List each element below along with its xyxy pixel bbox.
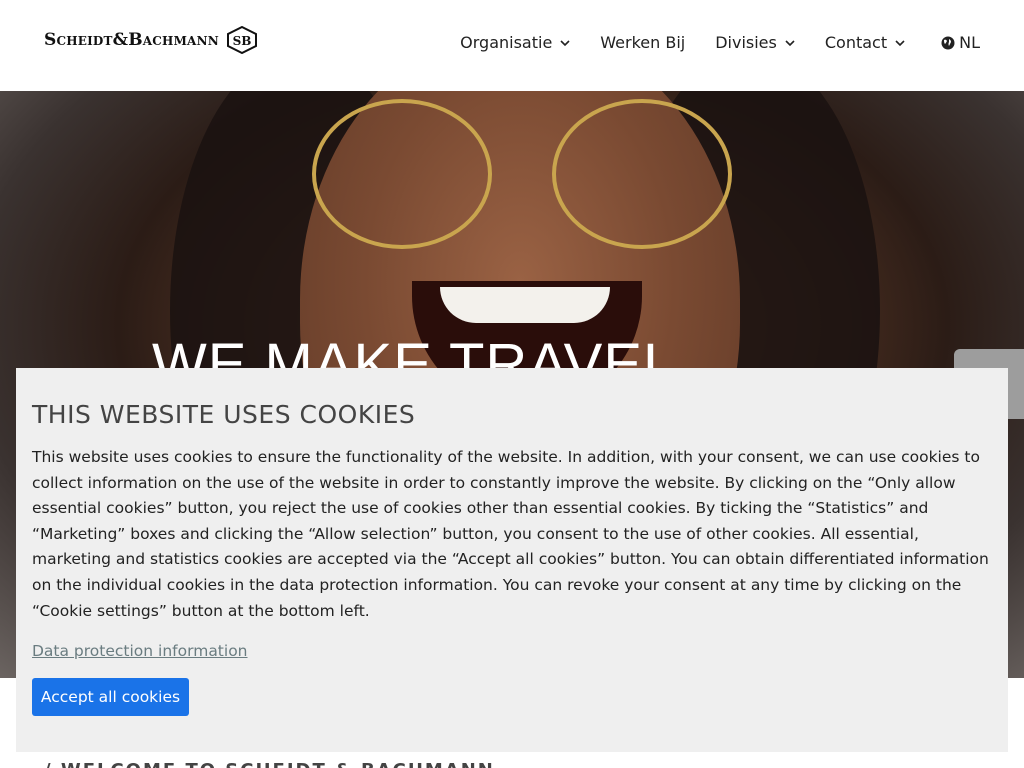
logo-text: Scheidt&Bachmann bbox=[44, 30, 219, 50]
data-protection-link[interactable]: Data protection information bbox=[32, 642, 248, 660]
cookie-body: This website uses cookies to ensure the … bbox=[32, 448, 989, 620]
svg-text:SB: SB bbox=[233, 34, 252, 48]
language-label: NL bbox=[959, 33, 980, 52]
nav-contact[interactable]: Contact bbox=[825, 33, 905, 52]
nav-organisatie[interactable]: Organisatie bbox=[460, 33, 570, 52]
logo-link[interactable]: Scheidt&Bachmann SB bbox=[44, 26, 259, 54]
hero-image-part bbox=[552, 99, 732, 249]
nav-label: Werken Bij bbox=[600, 33, 686, 52]
nav-label: Divisies bbox=[715, 33, 777, 52]
main-nav: Organisatie Werken Bij Divisies Contact … bbox=[460, 33, 980, 52]
chevron-down-icon bbox=[785, 39, 795, 46]
welcome-heading: / WELCOME TO SCHEIDT & BACHMANN bbox=[44, 760, 495, 768]
chevron-down-icon bbox=[560, 39, 570, 46]
language-switcher[interactable]: NL bbox=[941, 33, 980, 52]
nav-divisies[interactable]: Divisies bbox=[715, 33, 795, 52]
nav-label: Contact bbox=[824, 33, 888, 52]
chevron-down-icon bbox=[895, 39, 905, 46]
nav-werken-bij[interactable]: Werken Bij bbox=[600, 33, 685, 52]
hero-image-part bbox=[440, 287, 610, 323]
site-header: Scheidt&Bachmann SB Organisatie Werken B… bbox=[0, 0, 1024, 91]
sb-logo-icon: SB bbox=[226, 26, 257, 54]
accept-all-cookies-button[interactable]: Accept all cookies bbox=[32, 678, 189, 717]
globe-icon bbox=[941, 36, 955, 49]
nav-label: Organisatie bbox=[460, 33, 553, 52]
hero-image-part bbox=[312, 99, 492, 249]
cookie-banner: THIS WEBSITE USES COOKIES This website u… bbox=[16, 368, 1008, 752]
cookie-title: THIS WEBSITE USES COOKIES bbox=[32, 400, 416, 429]
